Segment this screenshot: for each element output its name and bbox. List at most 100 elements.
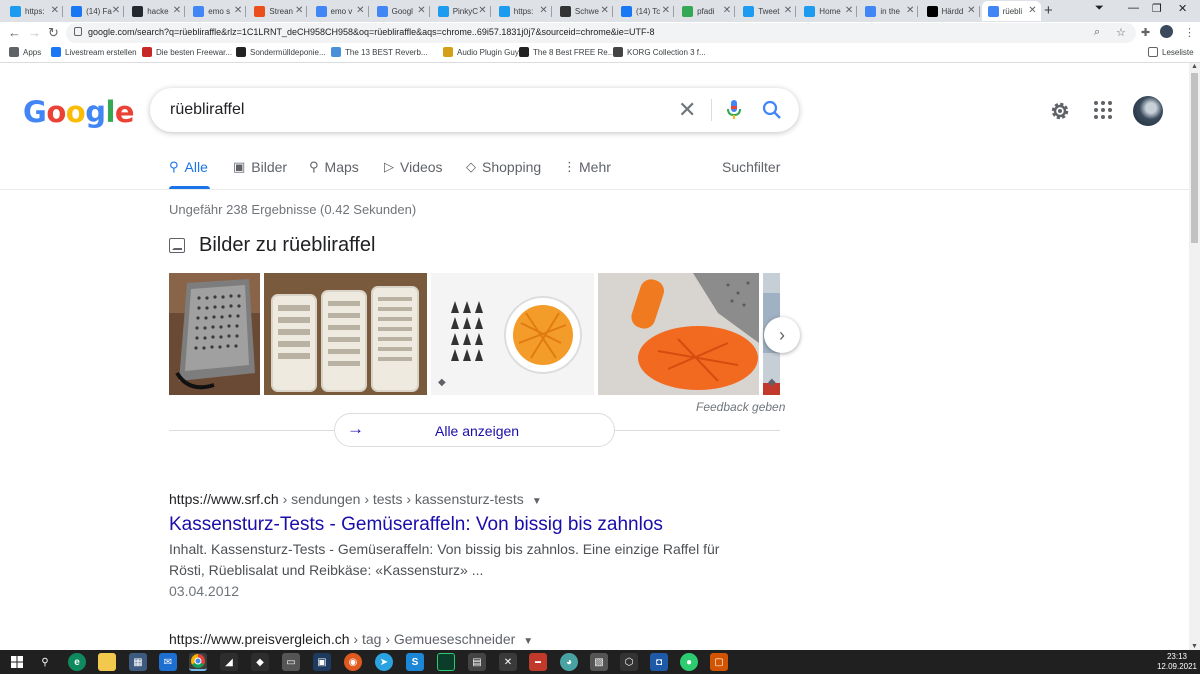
- account-avatar[interactable]: [1133, 96, 1163, 126]
- back-arrow-icon[interactable]: ←: [8, 25, 21, 40]
- file-explorer-icon[interactable]: [98, 653, 116, 671]
- mail-icon[interactable]: ✉: [159, 653, 177, 671]
- browser-tab[interactable]: in the ✕: [859, 1, 919, 21]
- microphone-icon[interactable]: [727, 100, 741, 120]
- edge-browser-icon[interactable]: e: [68, 653, 86, 671]
- zoom-icon[interactable]: ⌕: [1094, 26, 1100, 39]
- app-icon[interactable]: ◆: [251, 653, 269, 671]
- chevron-down-icon[interactable]: ▼: [523, 636, 533, 647]
- close-tab-icon[interactable]: ✕: [295, 5, 303, 16]
- app-icon[interactable]: ◉: [344, 653, 362, 671]
- chrome-icon[interactable]: [189, 653, 207, 671]
- app-icon[interactable]: ◢: [220, 653, 238, 671]
- app-icon[interactable]: ◕: [560, 653, 578, 671]
- app-icon[interactable]: ✕: [499, 653, 517, 671]
- browser-tab[interactable]: Home ✕: [798, 1, 858, 21]
- taskbar-clock[interactable]: 23:13 12.09.2021: [1155, 652, 1199, 672]
- wechat-icon[interactable]: ●: [680, 653, 698, 671]
- app-icon[interactable]: ◘: [650, 653, 668, 671]
- browser-tab[interactable]: https: ✕: [493, 1, 552, 21]
- close-tab-icon[interactable]: ✕: [784, 5, 792, 16]
- maximize-button[interactable]: ❐: [1152, 2, 1162, 15]
- settings-gear-icon[interactable]: [1049, 100, 1071, 122]
- close-tab-icon[interactable]: ✕: [662, 5, 670, 16]
- chevron-down-icon[interactable]: ▼: [532, 496, 542, 507]
- close-tab-icon[interactable]: ✕: [356, 5, 364, 16]
- app-icon[interactable]: ⬡: [620, 653, 638, 671]
- browser-tab[interactable]: (14) Fa ✕: [65, 1, 125, 21]
- address-bar-url[interactable]: google.com/search?q=rüebliraffle&rlz=1C1…: [88, 27, 655, 37]
- bookmark-item[interactable]: The 13 BEST Reverb...: [331, 47, 428, 57]
- tab-search-icon[interactable]: ⏷: [1095, 2, 1104, 15]
- images-section-heading[interactable]: Bilder zu rüebliraffel: [169, 234, 375, 257]
- images-next-button[interactable]: ›: [764, 317, 800, 353]
- new-tab-button[interactable]: +: [1044, 2, 1053, 19]
- bookmark-item[interactable]: The 8 Best FREE Re...: [519, 47, 614, 57]
- image-thumbnail-1[interactable]: [169, 273, 260, 395]
- bookmark-item[interactable]: Die besten Freewar...: [142, 47, 232, 57]
- result-1-cite[interactable]: https://www.srf.ch › sendungen › tests ›…: [169, 491, 542, 507]
- extensions-puzzle-icon[interactable]: ✚: [1141, 26, 1150, 39]
- close-tab-icon[interactable]: ✕: [906, 5, 914, 16]
- address-bar[interactable]: google.com/search?q=rüebliraffle&rlz=1C1…: [66, 23, 1136, 43]
- browser-tab[interactable]: Googl ✕: [371, 1, 430, 21]
- image-thumbnail-3[interactable]: ◆: [431, 273, 594, 395]
- close-tab-icon[interactable]: ✕: [967, 5, 975, 16]
- image-thumbnail-4[interactable]: [598, 273, 759, 395]
- close-tab-icon[interactable]: ✕: [234, 5, 242, 16]
- bookmark-item[interactable]: Sondermülldeponie...: [236, 47, 326, 57]
- keyboard-icon[interactable]: ▤: [468, 653, 486, 671]
- close-tab-icon[interactable]: ✕: [478, 5, 486, 16]
- tab-shopping[interactable]: ◇ Shopping: [466, 159, 541, 175]
- close-tab-icon[interactable]: ✕: [845, 5, 853, 16]
- view-all-images-button[interactable]: → Alle anzeigen: [334, 413, 615, 447]
- profile-avatar[interactable]: [1160, 25, 1173, 38]
- minimize-button[interactable]: —: [1128, 2, 1139, 14]
- browser-tab[interactable]: Tweet ✕: [737, 1, 797, 21]
- forward-arrow-icon[interactable]: →: [28, 25, 41, 40]
- browser-tab[interactable]: emo v ✕: [310, 1, 369, 21]
- tab-images[interactable]: ▣ Bilder: [233, 159, 287, 175]
- close-tab-icon[interactable]: ✕: [112, 5, 120, 16]
- search-icon[interactable]: [762, 100, 782, 120]
- close-tab-icon[interactable]: ✕: [51, 5, 59, 16]
- google-apps-icon[interactable]: [1094, 101, 1112, 119]
- bookmark-item[interactable]: Livestream erstellen: [51, 47, 137, 57]
- bookmark-item[interactable]: Apps: [9, 47, 41, 57]
- clear-search-icon[interactable]: ✕: [678, 97, 696, 123]
- browser-tab[interactable]: Schwe ✕: [554, 1, 613, 21]
- skype-icon[interactable]: S: [406, 653, 424, 671]
- store-icon[interactable]: ▦: [129, 653, 147, 671]
- browser-tab[interactable]: PinkyC ✕: [432, 1, 491, 21]
- browser-tab[interactable]: Strean ✕: [248, 1, 308, 21]
- tab-more[interactable]: ⋮ Mehr: [563, 159, 611, 175]
- feedback-link[interactable]: Feedback geben: [696, 400, 785, 414]
- browser-tab[interactable]: pfadi ✕: [676, 1, 736, 21]
- close-tab-icon[interactable]: ✕: [723, 5, 731, 16]
- app-icon[interactable]: ▢: [710, 653, 728, 671]
- google-logo[interactable]: Google: [23, 95, 135, 129]
- windows-start-icon[interactable]: [8, 653, 26, 671]
- app-icon[interactable]: ▬: [529, 653, 547, 671]
- bookmark-star-icon[interactable]: ☆: [1116, 26, 1126, 39]
- app-icon[interactable]: ▣: [313, 653, 331, 671]
- search-tools-button[interactable]: Suchfilter: [722, 159, 780, 175]
- browser-tab[interactable]: (14) Tc ✕: [615, 1, 674, 21]
- tab-maps[interactable]: ⚲ Maps: [309, 159, 359, 175]
- scrollbar-thumb[interactable]: [1191, 73, 1198, 243]
- app-icon[interactable]: [437, 653, 455, 671]
- search-box[interactable]: rüebliraffel ✕: [150, 88, 799, 132]
- browser-tab[interactable]: emo s ✕: [187, 1, 247, 21]
- browser-tab[interactable]: hacke ✕: [126, 1, 186, 21]
- image-thumbnail-2[interactable]: [264, 273, 427, 395]
- search-input[interactable]: rüebliraffel: [170, 101, 244, 119]
- reading-list[interactable]: Leseliste: [1148, 47, 1194, 57]
- browser-tab[interactable]: Härdd ✕: [921, 1, 980, 21]
- reload-icon[interactable]: ↻: [48, 25, 59, 41]
- page-scrollbar[interactable]: ▲ ▼: [1189, 63, 1200, 650]
- bookmark-item[interactable]: Audio Plugin Guy |...: [443, 47, 530, 57]
- browser-tab[interactable]: rüebli ✕: [981, 1, 1041, 21]
- close-window-button[interactable]: ✕: [1178, 2, 1187, 15]
- result-2-cite[interactable]: https://www.preisvergleich.ch › tag › Ge…: [169, 631, 533, 647]
- scroll-down-arrow-icon[interactable]: ▼: [1191, 643, 1198, 650]
